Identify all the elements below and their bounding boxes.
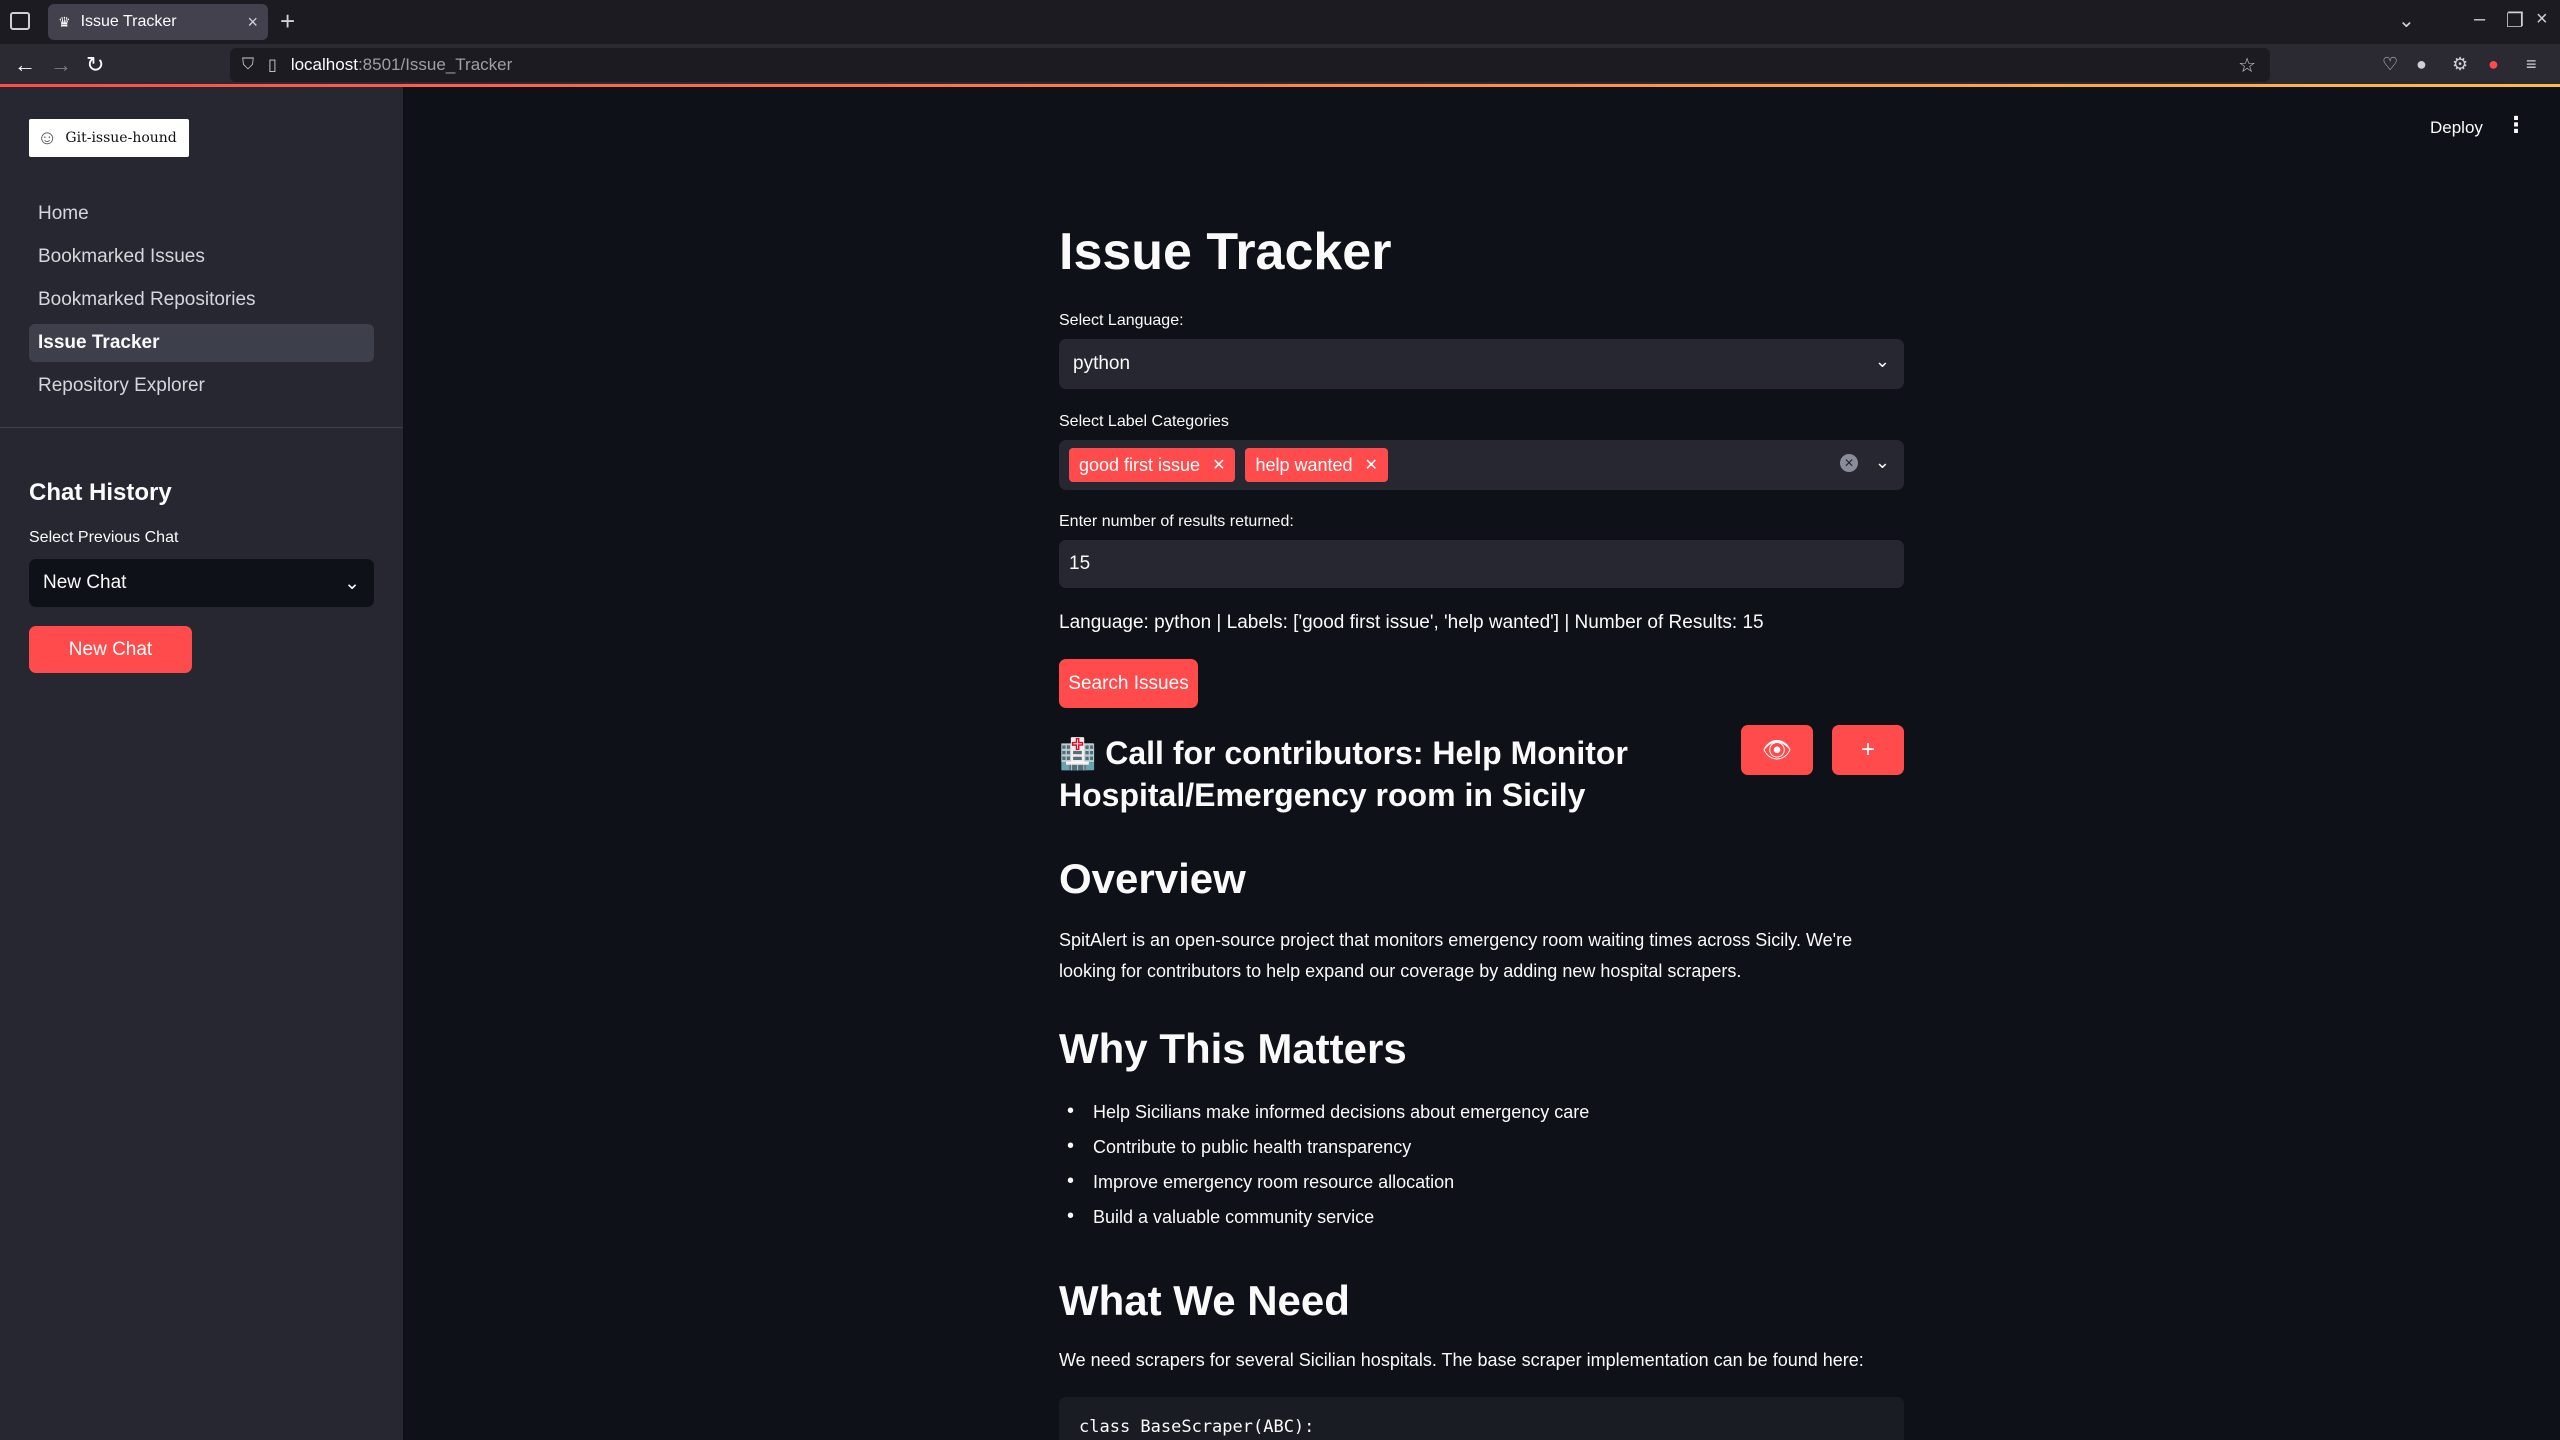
sidebar-item-repository-explorer[interactable]: Repository Explorer [29,367,374,405]
results-count-input[interactable]: 15 [1059,540,1904,588]
tab-overflow-chevron-icon[interactable]: ⌄ [2398,8,2415,33]
why-heading: Why This Matters [1059,1025,1407,1072]
sidebar-item-issue-tracker[interactable]: Issue Tracker [29,324,374,362]
robot-icon: ☺ [37,126,58,149]
close-tab-icon[interactable]: × [247,12,258,33]
overview-heading: Overview [1059,855,1246,902]
hospital-icon: 🏥 [1059,738,1097,771]
page-title: Issue Tracker [1059,223,1392,281]
browser-tab-bar: ♛ Issue Tracker × + ⌄ – ❐ × [0,0,2560,44]
language-select[interactable]: python ⌄ [1059,339,1904,389]
bookmark-star-icon[interactable]: ☆ [2238,53,2256,78]
label-categories-multiselect[interactable]: good first issue ✕ help wanted ✕ ✕ ⌄ [1059,440,1904,490]
issue-title-text: Call for contributors: Help Monitor Hosp… [1059,735,1628,813]
crown-icon: ♛ [58,13,71,30]
list-item: Contribute to public health transparency [1059,1135,1904,1172]
browser-nav-bar: ← → ↻ ⛉ ▯ localhost:8501/Issue_Tracker ☆… [0,44,2560,86]
back-icon[interactable]: ← [14,52,36,78]
deploy-button[interactable]: Deploy [2430,118,2483,138]
previous-chat-label: Select Previous Chat [29,529,179,546]
chat-history-title: Chat History [29,479,172,506]
label-categories-label: Select Label Categories [1059,413,1229,430]
chevron-down-icon: ⌄ [344,572,360,594]
sidebar-item-home[interactable]: Home [29,195,374,233]
sidebar-nav: Home Bookmarked Issues Bookmarked Reposi… [29,195,374,410]
browser-tab[interactable]: ♛ Issue Tracker × [48,4,268,40]
chevron-down-icon: ⌄ [1874,351,1890,371]
remove-tag-icon[interactable]: ✕ [1365,455,1378,475]
url-path: :8501/Issue_Tracker [357,55,513,74]
tag-good-first-issue: good first issue ✕ [1069,448,1236,482]
results-count-value: 15 [1069,553,1091,574]
shield-icon[interactable]: ⛉ [242,56,254,74]
url-host: localhost [290,55,358,74]
view-issue-button[interactable]: 👁 [1741,725,1813,775]
filter-summary: Language: python | Labels: ['good first … [1059,612,1764,633]
close-window-icon[interactable]: × [2536,8,2548,31]
sidebar-item-bookmarked-repositories[interactable]: Bookmarked Repositories [29,281,374,319]
search-issues-button[interactable]: Search Issues [1059,659,1198,708]
need-heading: What We Need [1059,1277,1350,1324]
maximize-icon[interactable]: ❐ [2506,8,2524,33]
sidebar: ☺ Git-issue-hound Home Bookmarked Issues… [0,87,403,1440]
reload-icon[interactable]: ↻ [86,52,104,78]
why-list: Help Sicilians make informed decisions a… [1059,1100,1904,1242]
tag-label: good first issue [1079,454,1201,475]
list-item: Improve emergency room resource allocati… [1059,1170,1904,1207]
new-chat-button[interactable]: New Chat [29,626,192,673]
eye-icon: 👁 [1761,736,1793,764]
extensions-icon[interactable]: ⚙ [2452,54,2468,75]
account-icon[interactable]: ● [2416,54,2427,75]
sidebar-item-bookmarked-issues[interactable]: Bookmarked Issues [29,238,374,276]
overview-text: SpitAlert is an open-source project that… [1059,930,1853,981]
app-logo: ☺ Git-issue-hound [29,119,189,157]
url-bar[interactable]: ⛉ ▯ localhost:8501/Issue_Tracker ☆ [230,48,2270,82]
tab-title: Issue Tracker [80,13,177,30]
tag-label: help wanted [1255,454,1353,475]
plus-icon: + [1860,736,1875,763]
forward-icon[interactable]: → [50,52,72,78]
remove-tag-icon[interactable]: ✕ [1212,455,1225,475]
tag-help-wanted: help wanted ✕ [1245,448,1388,482]
list-item: Build a valuable community service [1059,1205,1904,1242]
logo-text: Git-issue-hound [65,130,177,146]
bookmark-add-button[interactable]: + [1832,725,1904,775]
results-count-label: Enter number of results returned: [1059,513,1294,530]
need-text: We need scrapers for several Sicilian ho… [1059,1350,1864,1370]
language-label: Select Language: [1059,312,1184,329]
list-item: Help Sicilians make informed decisions a… [1059,1100,1904,1137]
minimize-icon[interactable]: – [2474,8,2485,31]
tab-list-icon[interactable] [10,12,30,30]
main-menu-icon[interactable]: ⋮ [2505,112,2527,138]
issue-title[interactable]: 🏥 Call for contributors: Help Monitor Ho… [1059,733,1659,816]
chevron-down-icon: ⌄ [1874,452,1890,472]
new-tab-icon[interactable]: + [280,6,295,37]
code-block: class BaseScraper(ABC): [1059,1397,1904,1440]
menu-icon[interactable]: ≡ [2526,54,2537,75]
previous-chat-value: New Chat [43,572,127,593]
language-value: python [1073,353,1131,374]
previous-chat-select[interactable]: New Chat ⌄ [29,559,374,607]
clear-all-icon[interactable]: ✕ [1840,454,1858,472]
code-line: class BaseScraper(ABC): [1079,1417,1315,1437]
addon-icon[interactable]: ● [2488,54,2499,75]
pocket-icon[interactable]: ♡ [2382,54,2398,75]
page-icon: ▯ [268,57,277,74]
sidebar-divider [0,427,403,428]
